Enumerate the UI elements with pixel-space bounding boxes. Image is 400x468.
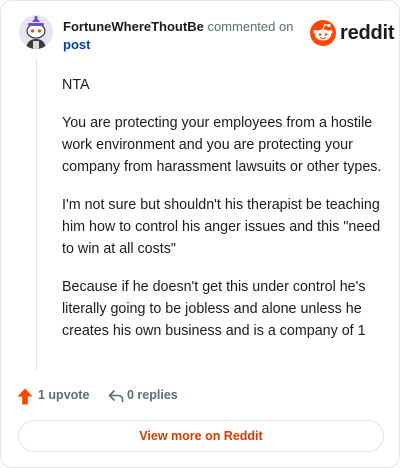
- reddit-logo[interactable]: reddit: [310, 19, 395, 47]
- reddit-wordmark: reddit: [340, 22, 395, 44]
- comment-actions: 1 upvote 0 replies: [17, 386, 317, 406]
- comment-paragraph: Because if he doesn't get this under con…: [62, 279, 366, 339]
- upvote-count: 1 upvote: [38, 388, 90, 402]
- comment-paragraph: I'm not sure but shouldn't his therapist…: [62, 197, 381, 257]
- author-line: FortuneWhereThoutBe commented on post: [63, 18, 303, 54]
- post-link[interactable]: post: [63, 36, 303, 54]
- reply-arrow-icon[interactable]: [108, 388, 124, 404]
- action-text: commented on: [207, 19, 294, 34]
- comment-paragraph: You are protecting your employees from a…: [62, 115, 382, 175]
- view-more-button[interactable]: View more on Reddit: [18, 420, 384, 452]
- reddit-logo-icon: [310, 20, 336, 46]
- author-name[interactable]: FortuneWhereThoutBe: [63, 19, 204, 34]
- comment-body: NTA You are protecting your employees fr…: [62, 74, 382, 358]
- reply-count: 0 replies: [127, 388, 178, 402]
- comment-paragraph: NTA: [62, 77, 90, 93]
- snoo-avatar-icon[interactable]: [19, 15, 53, 49]
- upvote-arrow-icon[interactable]: [17, 388, 33, 405]
- comment-embed-card: FortuneWhereThoutBe commented on post re…: [0, 0, 400, 468]
- comment-header: FortuneWhereThoutBe commented on post re…: [19, 15, 395, 55]
- thread-line: [36, 59, 37, 371]
